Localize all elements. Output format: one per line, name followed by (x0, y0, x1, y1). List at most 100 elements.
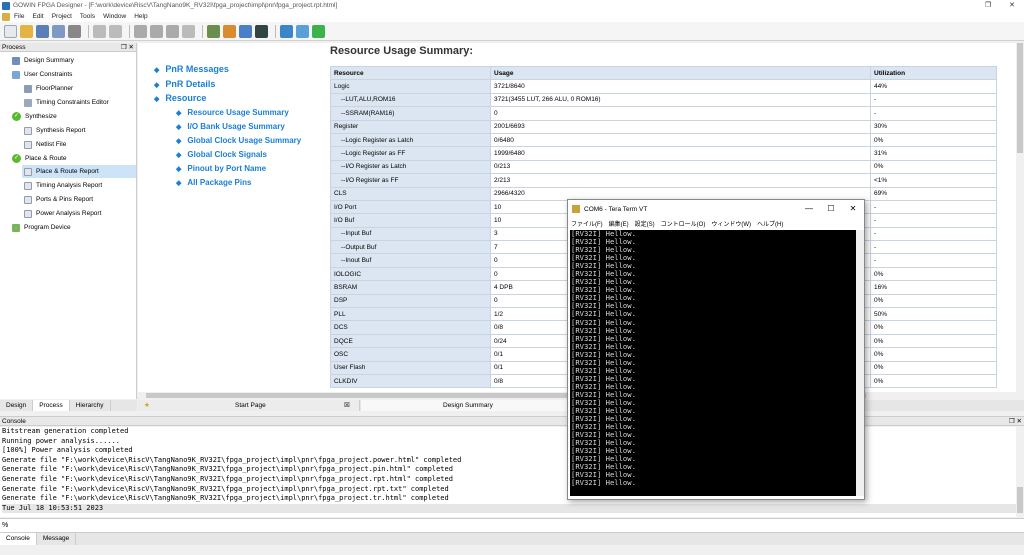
process-program-device[interactable]: Program Device (12, 221, 71, 234)
menu-file[interactable]: File (14, 13, 24, 20)
new-file-icon[interactable] (4, 24, 17, 38)
ip-core-icon[interactable] (296, 24, 309, 38)
process-item-label: Power Analysis Report (36, 210, 102, 217)
process-floorplanner[interactable]: FloorPlanner (24, 82, 73, 95)
console-vertical-scrollbar[interactable] (1016, 427, 1024, 517)
tab-console[interactable]: Console (0, 533, 37, 545)
open-folder-icon[interactable] (20, 24, 33, 38)
minimize-icon[interactable]: — (798, 200, 820, 218)
cell-resource: DQCE (330, 333, 491, 349)
report-icon (24, 126, 32, 135)
constraints-icon (12, 70, 20, 79)
bullet-icon: ◆ (154, 82, 160, 89)
close-icon[interactable]: ✕ (842, 200, 864, 218)
cell-utilization: - (870, 253, 997, 268)
panel-float-close-icon[interactable]: ❐ ✕ (121, 43, 134, 51)
cell-resource: Logic (330, 79, 491, 94)
terminal-scrollbar[interactable] (856, 230, 864, 496)
nav-all-package-pins[interactable]: ◆ All Package Pins (176, 178, 251, 187)
nav-resource[interactable]: ◆ Resource (154, 93, 206, 103)
cell-utilization: 16% (870, 280, 997, 295)
nav-global-clock-signals[interactable]: ◆ Global Clock Signals (176, 150, 267, 159)
delete-icon[interactable] (182, 24, 195, 38)
menu-window[interactable]: Window (103, 13, 126, 20)
run-all-icon[interactable] (239, 24, 252, 38)
close-icon[interactable]: ✕ (1000, 0, 1024, 11)
nav-resource-usage-summary[interactable]: ◆ Resource Usage Summary (176, 108, 289, 117)
console-header: Console ❐ ✕ (0, 416, 1024, 426)
file-icon (24, 140, 32, 149)
restore-icon[interactable]: ❐ (976, 0, 1000, 11)
table-row: --I/O Register as FF 2/213 <1% (330, 173, 997, 188)
nav-link-label: Resource (165, 93, 207, 103)
nav-pnr-messages[interactable]: ◆ PnR Messages (154, 64, 229, 74)
terminal-screen[interactable]: [RV32I] Hellow. [RV32I] Hellow. [RV32I] He… (570, 230, 856, 496)
column-header-resource: Resource (330, 65, 491, 81)
place-route-icon[interactable] (223, 24, 236, 38)
undo-icon[interactable] (93, 24, 106, 38)
console-command-input[interactable]: % (0, 518, 1024, 533)
nav-io-bank-usage-summary[interactable]: ◆ I/O Bank Usage Summary (176, 122, 285, 131)
process-timing-constraints-editor[interactable]: Timing Constraints Editor (24, 96, 109, 109)
nav-pnr-details[interactable]: ◆ PnR Details (154, 79, 215, 89)
process-item-label: Netlist File (36, 141, 67, 148)
menu-project[interactable]: Project (52, 13, 72, 20)
print-icon[interactable] (68, 24, 81, 38)
maximize-icon[interactable]: ☐ (820, 200, 842, 218)
report-vertical-scrollbar[interactable] (1016, 43, 1024, 399)
scrollbar-thumb[interactable] (1017, 43, 1023, 153)
tab-message[interactable]: Message (37, 533, 77, 545)
tt-menu-file[interactable]: ファイル(F) (571, 219, 603, 228)
synthesize-icon[interactable] (207, 24, 220, 38)
tt-menu-control[interactable]: コントロール(O) (661, 219, 706, 228)
cell-resource: OSC (330, 347, 491, 362)
process-netlist-file[interactable]: Netlist File (24, 138, 66, 151)
menu-edit[interactable]: Edit (32, 13, 43, 20)
save-all-icon[interactable] (52, 24, 65, 38)
tab-hierarchy[interactable]: Hierarchy (70, 400, 111, 411)
cut-icon[interactable] (134, 24, 147, 38)
process-place-route-report[interactable]: Place & Route Report (22, 165, 136, 178)
gowin-gear-icon[interactable] (280, 24, 293, 38)
program-icon[interactable] (255, 24, 268, 38)
menu-help[interactable]: Help (134, 13, 147, 20)
menu-tools[interactable]: Tools (80, 13, 95, 20)
process-timing-analysis-report[interactable]: Timing Analysis Report (24, 179, 102, 192)
bottom-tabs: Console Message (0, 533, 1024, 545)
process-user-constraints[interactable]: User Constraints (12, 68, 72, 81)
timing-editor-icon (24, 98, 32, 107)
cell-resource: IOLOGIC (330, 266, 491, 282)
tab-process[interactable]: Process (33, 400, 70, 411)
scrollbar-thumb[interactable] (1017, 487, 1023, 513)
panel-float-close-icon[interactable]: ❐ ✕ (1009, 417, 1022, 425)
console-line: Tue Jul 18 10:53:51 2023 (2, 503, 1016, 514)
tab-design-summary[interactable]: Design Summary (361, 400, 595, 411)
process-design-summary[interactable]: Design Summary (12, 54, 74, 67)
tab-design[interactable]: Design (0, 400, 34, 411)
cell-resource: --Input Buf (330, 226, 491, 242)
teraterm-window[interactable]: COM6 - Tera Term VT — ☐ ✕ ファイル(F) 編集(E) … (567, 199, 865, 500)
tt-menu-setup[interactable]: 設定(S) (635, 219, 655, 228)
app-menu-icon[interactable] (2, 12, 10, 21)
tab-start-page[interactable]: ★ Start Page ☒ (138, 400, 360, 411)
tt-menu-window[interactable]: ウィンドウ(W) (711, 219, 751, 228)
save-icon[interactable] (36, 24, 49, 38)
paste-icon[interactable] (166, 24, 179, 38)
process-ports-pins-report[interactable]: Ports & Pins Report (24, 193, 93, 206)
process-synthesize[interactable]: ✓ Synthesize (12, 110, 57, 123)
cell-utilization: 0% (870, 293, 997, 309)
redo-icon[interactable] (109, 24, 122, 38)
teraterm-title-bar[interactable]: COM6 - Tera Term VT — ☐ ✕ (568, 200, 864, 218)
toolbar-separator (275, 24, 276, 38)
process-item-label: Design Summary (24, 57, 74, 64)
nav-global-clock-usage-summary[interactable]: ◆ Global Clock Usage Summary (176, 136, 301, 145)
refresh-icon[interactable] (312, 24, 325, 38)
nav-pinout-by-port-name[interactable]: ◆ Pinout by Port Name (176, 164, 266, 173)
process-synthesis-report[interactable]: Synthesis Report (24, 124, 86, 137)
tt-menu-help[interactable]: ヘルプ(H) (757, 219, 783, 228)
copy-icon[interactable] (150, 24, 163, 38)
tt-menu-edit[interactable]: 編集(E) (609, 219, 629, 228)
close-tab-icon[interactable]: ☒ (344, 400, 350, 411)
process-place-route[interactable]: ✓ Place & Route (12, 152, 67, 165)
process-power-analysis-report[interactable]: Power Analysis Report (24, 207, 101, 220)
